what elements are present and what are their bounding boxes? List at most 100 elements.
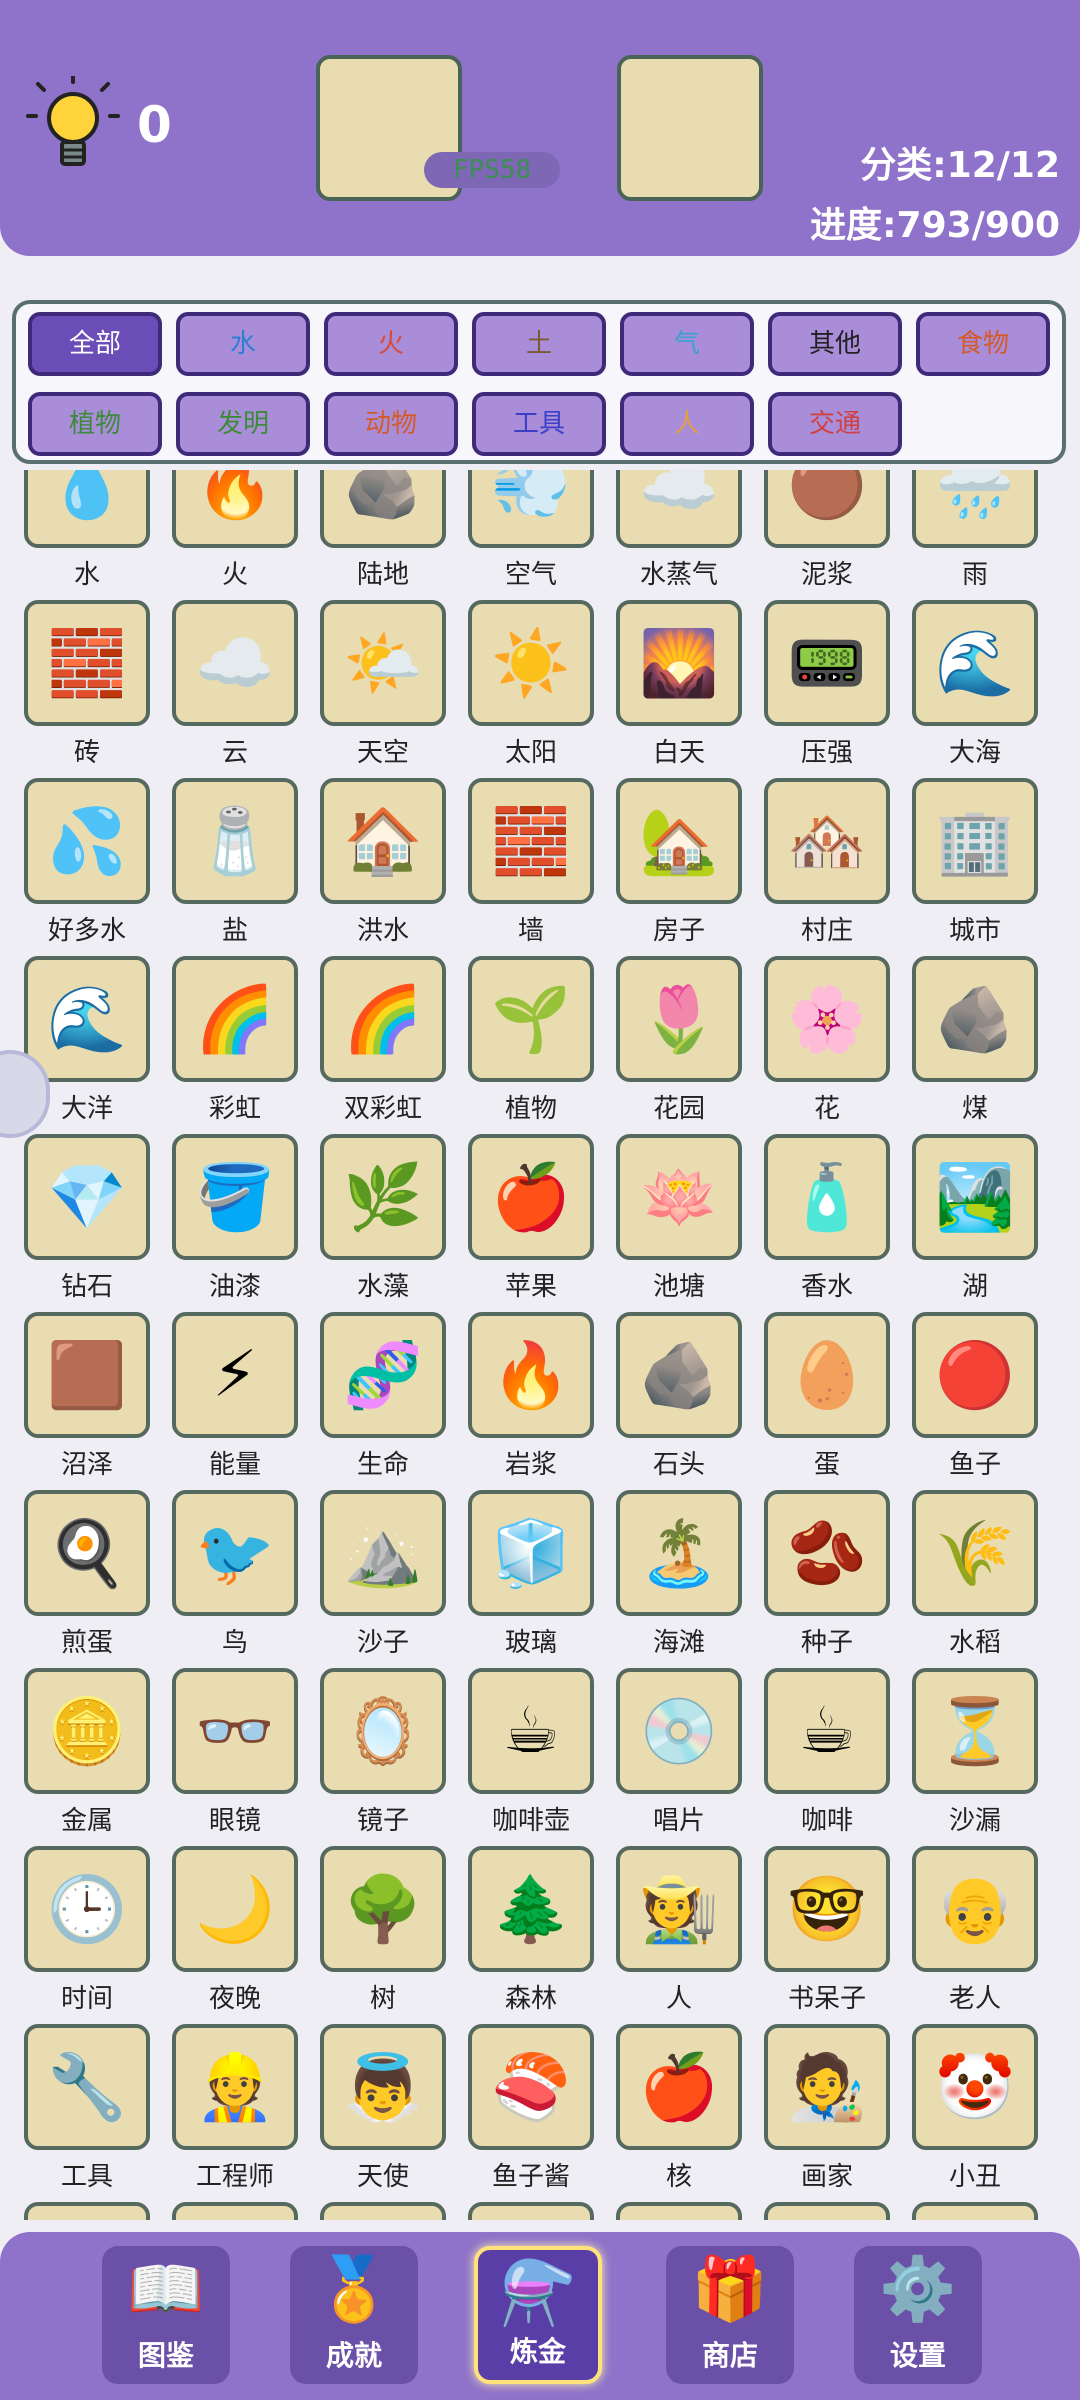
element-tile[interactable]: 🏝️ <box>616 1490 742 1616</box>
element-tile[interactable]: 🌊 <box>912 600 1038 726</box>
element-tile[interactable]: 🕒 <box>24 1846 150 1972</box>
element-item[interactable]: ☀️ 太阳 <box>468 600 616 778</box>
element-tile[interactable]: 🌳 <box>320 1846 446 1972</box>
element-item[interactable]: 🪨 石头 <box>616 1312 764 1490</box>
tab-8[interactable]: 发明 <box>176 392 310 456</box>
element-tile[interactable]: 🏠 <box>320 778 446 904</box>
element-tile[interactable]: 🔥 <box>468 1312 594 1438</box>
element-tile[interactable]: 💿 <box>616 1668 742 1794</box>
element-item[interactable]: 🧱 墙 <box>468 778 616 956</box>
element-tile[interactable]: 💦 <box>24 778 150 904</box>
element-tile[interactable] <box>172 2202 298 2220</box>
element-tile[interactable]: 🌊 <box>24 956 150 1082</box>
element-tile[interactable]: ☁️ <box>172 600 298 726</box>
element-item[interactable]: ☁️ 水蒸气 <box>616 470 764 600</box>
element-item[interactable]: 🏝️ 海滩 <box>616 1490 764 1668</box>
element-item[interactable]: 🌿 水藻 <box>320 1134 468 1312</box>
element-item[interactable]: 🌾 水稻 <box>912 1490 1060 1668</box>
element-item[interactable]: 🌷 花园 <box>616 956 764 1134</box>
element-tile[interactable]: 🌲 <box>468 1846 594 1972</box>
element-tile[interactable]: 🧴 <box>764 1134 890 1260</box>
element-tile[interactable]: 🌙 <box>172 1846 298 1972</box>
element-item[interactable]: 🧱 砖 <box>24 600 172 778</box>
element-item[interactable]: 🍎 苹果 <box>468 1134 616 1312</box>
element-item[interactable]: 🧴 香水 <box>764 1134 912 1312</box>
element-tile[interactable]: 🔥 <box>172 470 298 548</box>
element-item[interactable]: 👓 眼镜 <box>172 1668 320 1846</box>
element-tile[interactable]: 🌄 <box>616 600 742 726</box>
element-tile[interactable]: 🐦 <box>172 1490 298 1616</box>
element-item[interactable]: 🪨 煤 <box>912 956 1060 1134</box>
element-tile[interactable] <box>468 2202 594 2220</box>
element-item[interactable]: 🫘 种子 <box>764 1490 912 1668</box>
element-item[interactable]: 🤡 小丑 <box>912 2024 1060 2202</box>
element-tile[interactable]: 👓 <box>172 1668 298 1794</box>
tab-4[interactable]: 气 <box>620 312 754 376</box>
element-item[interactable]: ⚡ 能量 <box>172 1312 320 1490</box>
tab-1[interactable]: 水 <box>176 312 310 376</box>
element-tile[interactable]: 🍎 <box>468 1134 594 1260</box>
element-item[interactable]: 🏞️ 湖 <box>912 1134 1060 1312</box>
element-item[interactable]: 🟤 泥浆 <box>764 470 912 600</box>
tab-9[interactable]: 动物 <box>324 392 458 456</box>
element-tile[interactable]: 🟤 <box>764 470 890 548</box>
nav-gear[interactable]: ⚙️ 设置 <box>854 2246 982 2384</box>
element-item[interactable]: 🏢 城市 <box>912 778 1060 956</box>
element-item[interactable]: 🌙 夜晚 <box>172 1846 320 2024</box>
element-item[interactable]: 🪣 油漆 <box>172 1134 320 1312</box>
element-item[interactable]: 🌲 森林 <box>468 1846 616 2024</box>
lightbulb-icon[interactable] <box>26 76 120 180</box>
element-tile[interactable]: 🧱 <box>24 600 150 726</box>
element-tile[interactable]: 🪷 <box>616 1134 742 1260</box>
element-item[interactable]: 📟 压强 <box>764 600 912 778</box>
nav-book[interactable]: 📖 图鉴 <box>102 2246 230 2384</box>
element-tile[interactable]: 🫘 <box>764 1490 890 1616</box>
element-tile[interactable]: 💎 <box>24 1134 150 1260</box>
element-item[interactable]: 🍳 煎蛋 <box>24 1490 172 1668</box>
element-item[interactable]: 🧊 玻璃 <box>468 1490 616 1668</box>
nav-gift[interactable]: 🎁 商店 <box>666 2246 794 2384</box>
element-tile[interactable]: 🔴 <box>912 1312 1038 1438</box>
nav-flask[interactable]: ⚗️ 炼金 <box>474 2246 602 2384</box>
element-tile[interactable]: ☕ <box>468 1668 594 1794</box>
element-tile[interactable] <box>616 2202 742 2220</box>
element-tile[interactable] <box>24 2202 150 2220</box>
element-tile[interactable]: 🧂 <box>172 778 298 904</box>
element-tile[interactable] <box>320 2202 446 2220</box>
element-item[interactable]: 🪞 镜子 <box>320 1668 468 1846</box>
element-item[interactable]: ☁️ 云 <box>172 600 320 778</box>
element-item[interactable]: 🧑‍🌾 人 <box>616 1846 764 2024</box>
element-tile[interactable]: 💨 <box>468 470 594 548</box>
element-item[interactable]: 🧑‍🎨 画家 <box>764 2024 912 2202</box>
tab-7[interactable]: 植物 <box>28 392 162 456</box>
element-item[interactable]: 🕒 时间 <box>24 1846 172 2024</box>
element-tile[interactable]: 🪨 <box>616 1312 742 1438</box>
element-item[interactable]: ☕ 咖啡壶 <box>468 1668 616 1846</box>
element-item[interactable]: ⏳ 沙漏 <box>912 1668 1060 1846</box>
element-item[interactable]: 👼 天使 <box>320 2024 468 2202</box>
element-item[interactable]: 🌈 彩虹 <box>172 956 320 1134</box>
element-item[interactable]: 💎 钻石 <box>24 1134 172 1312</box>
element-tile[interactable] <box>764 2202 890 2220</box>
element-tile[interactable]: 🤓 <box>764 1846 890 1972</box>
element-tile[interactable]: 💧 <box>24 470 150 548</box>
element-item[interactable]: 🤓 书呆子 <box>764 1846 912 2024</box>
element-item[interactable]: 🔥 火 <box>172 470 320 600</box>
element-item[interactable]: 🌱 植物 <box>468 956 616 1134</box>
element-tile[interactable]: 🥚 <box>764 1312 890 1438</box>
element-tile[interactable]: 🌈 <box>172 956 298 1082</box>
element-item[interactable]: 🌄 白天 <box>616 600 764 778</box>
element-item[interactable]: 🌧️ 雨 <box>912 470 1060 600</box>
element-item[interactable]: 👷 工程师 <box>172 2024 320 2202</box>
element-item[interactable]: 🏠 洪水 <box>320 778 468 956</box>
nav-medal[interactable]: 🏅 成就 <box>290 2246 418 2384</box>
element-tile[interactable]: 🔧 <box>24 2024 150 2150</box>
element-item[interactable]: 🌈 双彩虹 <box>320 956 468 1134</box>
element-tile[interactable]: 🌸 <box>764 956 890 1082</box>
element-tile[interactable]: 🍎 <box>616 2024 742 2150</box>
element-tile[interactable]: ☕ <box>764 1668 890 1794</box>
element-item[interactable]: 🌸 花 <box>764 956 912 1134</box>
element-item[interactable]: 🌊 大海 <box>912 600 1060 778</box>
element-tile[interactable]: 🏡 <box>616 778 742 904</box>
element-tile[interactable]: 🪣 <box>172 1134 298 1260</box>
